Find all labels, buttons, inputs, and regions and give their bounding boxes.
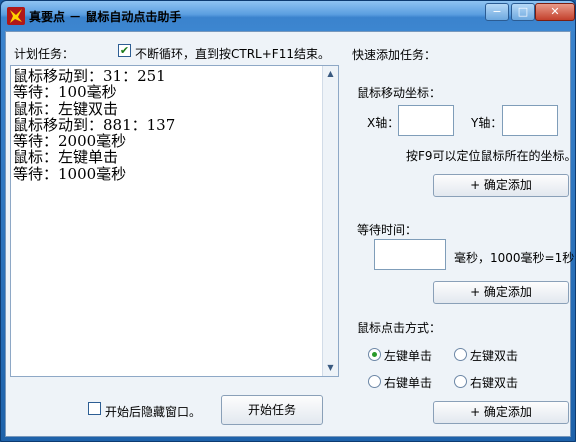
client-area: 计划任务： ✔ 不断循环，直到按CTRL+F11结束。 鼠标移动到：31：251… — [5, 31, 576, 437]
loop-checkbox[interactable]: ✔ — [118, 44, 131, 57]
close-button[interactable]: ✕ — [535, 3, 575, 21]
scroll-up-icon[interactable]: ▲ — [323, 66, 338, 82]
hide-window-label: 开始后隐藏窗口。 — [105, 405, 202, 419]
task-lines: 鼠标移动到：31：251 等待：100毫秒 鼠标：左键双击 鼠标移动到：881：… — [13, 68, 175, 182]
add-click-button[interactable]: + 确定添加 — [433, 401, 569, 424]
radio-left-single-label: 左键单击 — [384, 349, 433, 363]
minimize-button[interactable]: − — [485, 3, 509, 21]
wait-time-hint: 毫秒，1000毫秒=1秒 — [454, 251, 575, 265]
click-mode-label: 鼠标点击方式： — [357, 321, 442, 335]
radio-right-single-label: 右键单击 — [384, 376, 433, 390]
scroll-down-icon[interactable]: ▼ — [323, 360, 338, 376]
add-wait-button[interactable]: + 确定添加 — [433, 281, 569, 304]
task-line: 等待：1000毫秒 — [13, 164, 127, 183]
y-axis-label: Y轴： — [471, 116, 503, 130]
maximize-button[interactable]: □ — [511, 3, 535, 21]
task-line: 鼠标移动到：31：251 — [13, 67, 166, 85]
task-list-label: 计划任务： — [14, 47, 75, 61]
task-list[interactable]: 鼠标移动到：31：251 等待：100毫秒 鼠标：左键双击 鼠标移动到：881：… — [10, 65, 339, 377]
move-coords-label: 鼠标移动坐标： — [357, 86, 442, 100]
minimize-icon: − — [492, 5, 502, 18]
y-coordinate-input[interactable] — [502, 105, 558, 136]
f9-hint-text: 按F9可以定位鼠标所在的坐标。 — [406, 149, 576, 163]
wait-time-input[interactable] — [374, 239, 446, 270]
app-window: 真要点 － 鼠标自动点击助手 − □ ✕ 计划任务： ✔ 不断循环，直到按CTR… — [0, 0, 576, 442]
x-axis-label: X轴： — [367, 116, 400, 130]
wait-time-label: 等待时间： — [357, 223, 418, 237]
loop-checkbox-label: 不断循环，直到按CTRL+F11结束。 — [135, 47, 330, 61]
check-icon: ✔ — [119, 44, 130, 57]
task-line: 等待：100毫秒 — [13, 83, 117, 102]
task-line: 鼠标移动到：881：137 — [13, 115, 176, 134]
hide-window-checkbox[interactable] — [88, 402, 101, 415]
maximize-icon: □ — [517, 5, 529, 18]
task-list-scrollbar[interactable]: ▲ ▼ — [322, 66, 338, 376]
close-icon: ✕ — [550, 5, 560, 18]
radio-left-single[interactable] — [368, 348, 381, 361]
task-line: 鼠标：左键双击 — [13, 99, 119, 118]
window-title: 真要点 － 鼠标自动点击助手 — [29, 10, 182, 24]
start-task-button[interactable]: 开始任务 — [221, 395, 323, 425]
task-line: 鼠标：左键单击 — [13, 148, 119, 167]
add-move-button[interactable]: + 确定添加 — [433, 174, 569, 197]
x-coordinate-input[interactable] — [398, 105, 454, 136]
task-line: 等待：2000毫秒 — [13, 132, 127, 151]
title-bar[interactable]: 真要点 － 鼠标自动点击助手 − □ ✕ — [1, 1, 575, 31]
radio-right-single[interactable] — [368, 375, 381, 388]
app-logo-icon — [7, 7, 25, 25]
radio-right-double[interactable] — [454, 375, 467, 388]
radio-left-double[interactable] — [454, 348, 467, 361]
radio-right-double-label: 右键双击 — [470, 376, 519, 390]
radio-left-double-label: 左键双击 — [470, 349, 519, 363]
quick-add-label: 快速添加任务： — [352, 48, 437, 62]
